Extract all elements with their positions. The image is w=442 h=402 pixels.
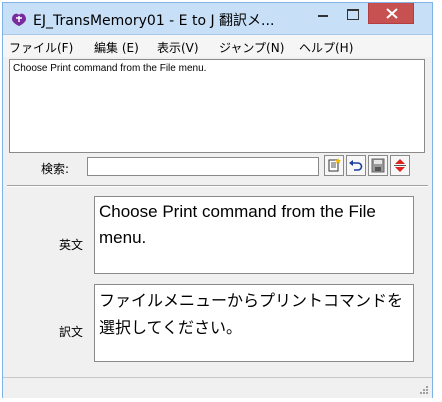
title-bar[interactable]: EJ_TransMemory01 - E to J 翻訳メ... bbox=[3, 3, 432, 35]
undo-button[interactable] bbox=[346, 155, 366, 176]
search-label: 検索: bbox=[41, 162, 70, 176]
maximize-button[interactable] bbox=[339, 3, 367, 25]
window-title: EJ_TransMemory01 - E to J 翻訳メ... bbox=[33, 13, 275, 29]
japanese-text-area[interactable]: ファイルメニューからプリントコマンドを選択してください。 bbox=[94, 284, 414, 362]
menu-view[interactable]: 表示(V) bbox=[157, 39, 199, 56]
preview-list[interactable]: Choose Print command from the File menu. bbox=[9, 59, 425, 153]
app-icon bbox=[10, 10, 28, 28]
undo-icon bbox=[349, 160, 363, 171]
minimize-button[interactable] bbox=[309, 3, 337, 25]
english-text-area[interactable]: Choose Print command from the File menu. bbox=[94, 196, 414, 274]
menu-help[interactable]: ヘルプ(H) bbox=[299, 39, 353, 56]
new-entry-icon bbox=[328, 158, 341, 172]
resize-grip-icon[interactable] bbox=[419, 385, 429, 395]
divider-highlight bbox=[7, 186, 428, 187]
save-button[interactable] bbox=[368, 155, 388, 176]
menu-edit[interactable]: 編集 (E) bbox=[94, 39, 139, 56]
japanese-label: 訳文 bbox=[59, 325, 84, 339]
status-bar bbox=[3, 377, 432, 398]
menu-jump[interactable]: ジャンプ(N) bbox=[219, 39, 284, 56]
menu-file[interactable]: ファイル(F) bbox=[9, 39, 73, 56]
close-button[interactable] bbox=[368, 3, 414, 24]
close-icon bbox=[386, 8, 398, 19]
maximize-icon bbox=[347, 9, 359, 20]
app-window: EJ_TransMemory01 - E to J 翻訳メ... ファイル(F)… bbox=[2, 2, 433, 398]
save-icon bbox=[371, 158, 385, 173]
menu-bar: ファイル(F) 編集 (E) 表示(V) ジャンプ(N) ヘルプ(H) bbox=[3, 35, 432, 57]
scroll-arrows-icon bbox=[394, 159, 406, 172]
new-entry-button[interactable] bbox=[324, 155, 344, 176]
english-label: 英文 bbox=[59, 238, 84, 252]
preview-entry[interactable]: Choose Print command from the File menu. bbox=[13, 63, 421, 74]
search-input[interactable] bbox=[87, 157, 319, 176]
scroll-arrows-button[interactable] bbox=[390, 155, 410, 176]
minimize-icon bbox=[318, 15, 328, 17]
